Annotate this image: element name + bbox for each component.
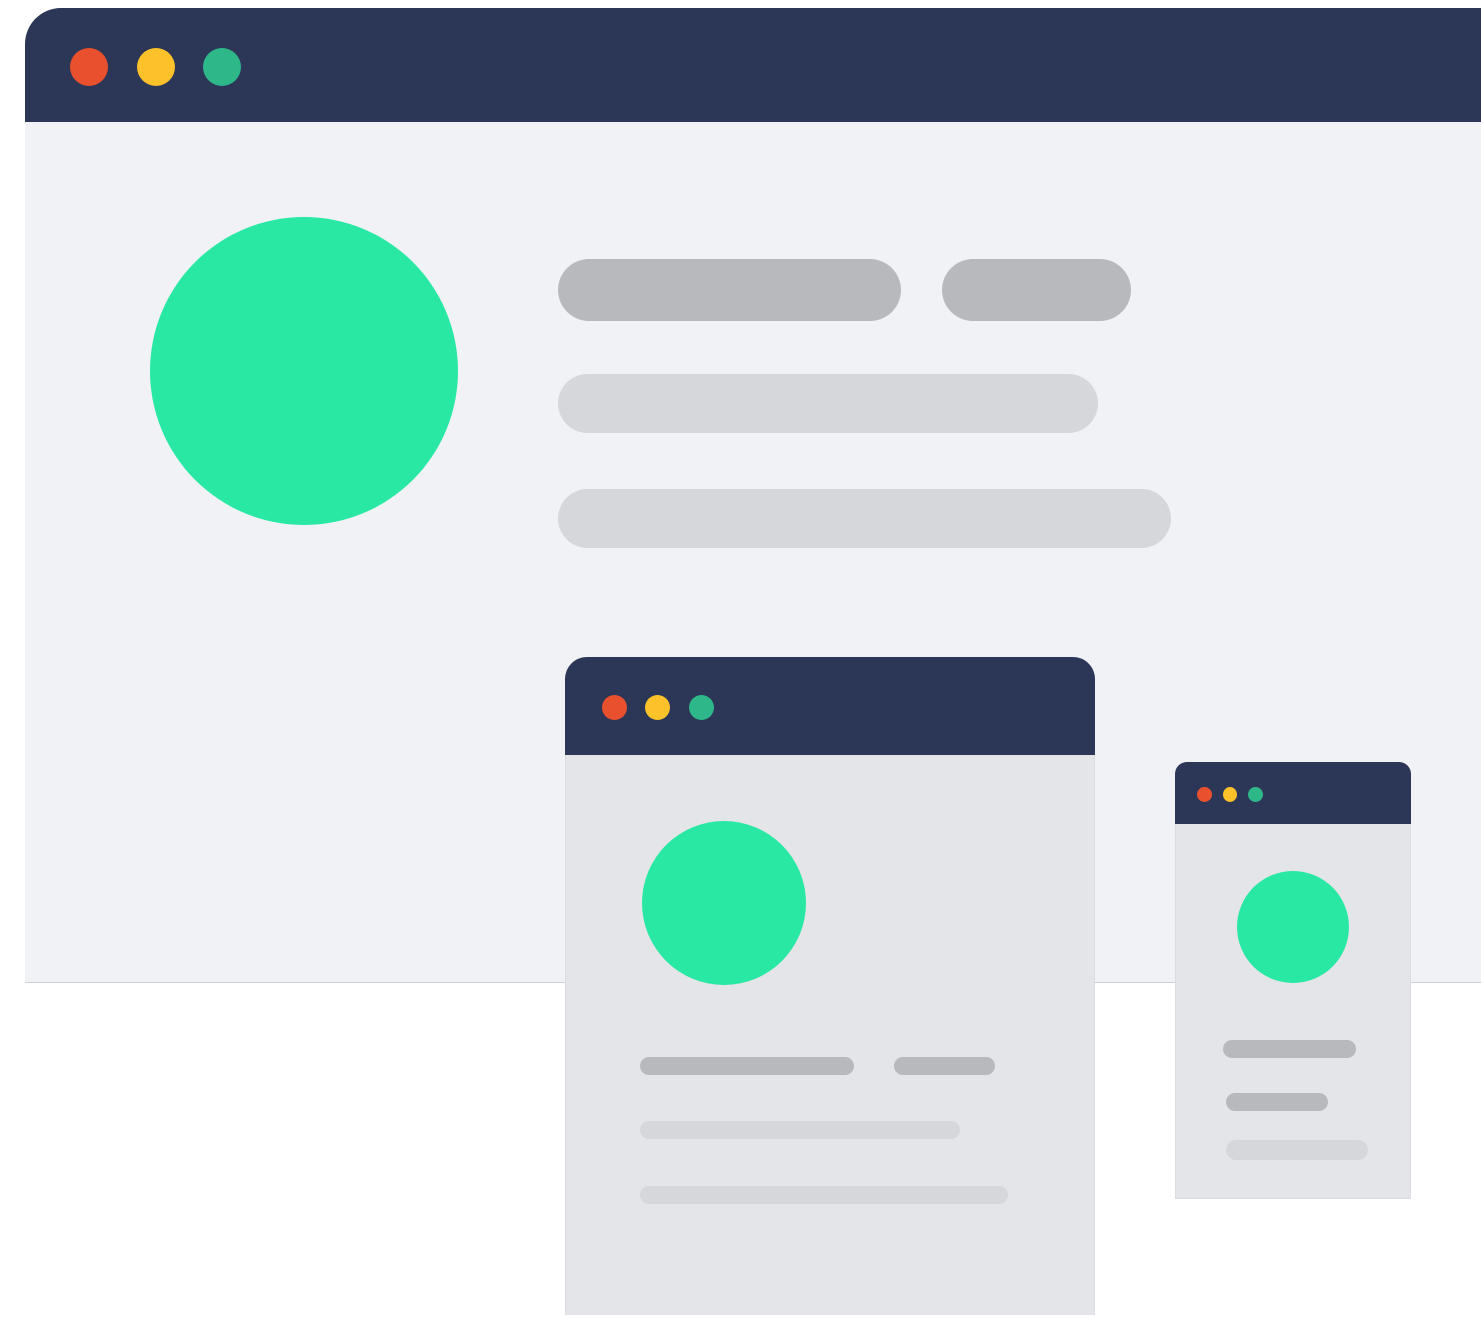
close-button[interactable]: [70, 48, 108, 86]
tag-placeholder: [942, 259, 1131, 321]
name-placeholder: [1223, 1040, 1356, 1058]
desktop-titlebar: [25, 8, 1481, 122]
close-button[interactable]: [602, 695, 627, 720]
close-button[interactable]: [1197, 787, 1212, 802]
minimize-button[interactable]: [1223, 787, 1237, 802]
maximize-button[interactable]: [203, 48, 241, 86]
mobile-titlebar: [1175, 762, 1411, 824]
avatar-icon: [150, 217, 458, 525]
tablet-titlebar: [565, 657, 1095, 755]
text-line-placeholder: [640, 1186, 1008, 1204]
tablet-window: [565, 657, 1095, 1315]
minimize-button[interactable]: [137, 48, 175, 86]
text-line-placeholder: [558, 374, 1098, 433]
tablet-content: [565, 755, 1095, 1315]
text-line-placeholder: [1226, 1140, 1368, 1160]
mobile-content: [1175, 824, 1411, 1199]
text-line-placeholder: [558, 489, 1171, 548]
mobile-window: [1175, 762, 1411, 1199]
tag-placeholder: [894, 1057, 995, 1075]
text-line-placeholder: [640, 1121, 960, 1139]
name-placeholder: [558, 259, 901, 321]
avatar-icon: [642, 821, 806, 985]
maximize-button[interactable]: [689, 695, 714, 720]
maximize-button[interactable]: [1248, 787, 1263, 802]
name-placeholder: [640, 1057, 854, 1075]
avatar-icon: [1237, 871, 1349, 983]
minimize-button[interactable]: [645, 695, 670, 720]
tag-placeholder: [1226, 1093, 1328, 1111]
